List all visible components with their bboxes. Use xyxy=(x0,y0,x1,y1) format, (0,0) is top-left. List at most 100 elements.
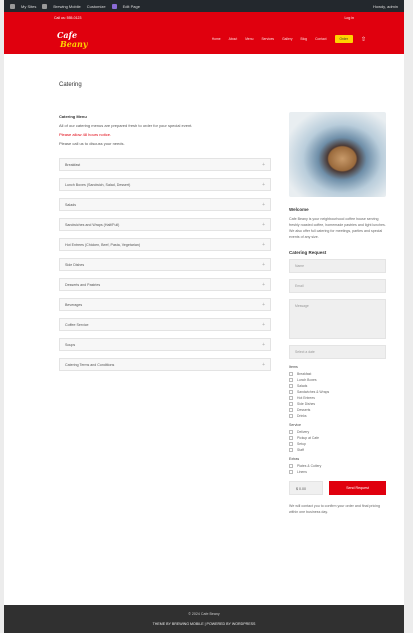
login-link[interactable]: Log in xyxy=(344,16,354,20)
submit-button[interactable]: Send Request xyxy=(329,481,386,495)
main-nav: Home About Menu Services Gallery Blog Co… xyxy=(84,35,366,43)
plus-icon[interactable]: + xyxy=(262,302,265,308)
accordion-item[interactable]: Lunch Boxes (Sandwich, Salad, Dessert) + xyxy=(59,178,271,191)
plus-icon[interactable]: + xyxy=(262,282,265,288)
price-total: $ 0.00 xyxy=(289,481,323,495)
accordion-title: Lunch Boxes (Sandwich, Salad, Dessert) xyxy=(65,182,131,187)
about-text: Cafe Beany is your neighbourhood coffee … xyxy=(289,217,386,239)
checkbox-label: Sandwiches & Wraps xyxy=(297,390,330,394)
checkbox[interactable] xyxy=(289,378,293,382)
nav-item[interactable]: Gallery xyxy=(282,37,292,41)
admin-bar: My Sites Brewing Mobile Customize Edit P… xyxy=(4,0,404,12)
footer-links[interactable]: THEME BY BREWING MOBILE | POWERED BY WOR… xyxy=(4,622,404,626)
checkbox-label: Desserts xyxy=(297,408,311,412)
logo-text-bottom: Beany xyxy=(60,39,88,49)
accordion-title: Soups xyxy=(65,342,76,347)
accordion-item[interactable]: Side Dishes + xyxy=(59,258,271,271)
plus-icon[interactable]: + xyxy=(262,362,265,368)
checkbox-group: Delivery Pickup at Cafe Setup Staff xyxy=(289,429,386,453)
checkbox-label: Drinks xyxy=(297,414,307,418)
accordion-item[interactable]: Soups + xyxy=(59,338,271,351)
checkbox-label: Hot Entrees xyxy=(297,396,315,400)
home-icon xyxy=(42,3,48,9)
name-field[interactable]: Name xyxy=(289,259,386,273)
accordion-item[interactable]: Salads + xyxy=(59,198,271,211)
checkbox-label: Breakfast xyxy=(297,372,312,376)
checkbox-label: Pickup at Cafe xyxy=(297,436,320,440)
nav-item[interactable]: Contact xyxy=(315,37,326,41)
checkbox[interactable] xyxy=(289,436,293,440)
checkbox[interactable] xyxy=(289,390,293,394)
intro-line: All of our catering menus are prepared f… xyxy=(59,123,193,128)
admin-item[interactable]: Brewing Mobile xyxy=(53,4,80,9)
checkbox-option[interactable]: Linens xyxy=(289,469,386,475)
date-select[interactable]: Select a date xyxy=(289,345,386,359)
nav-item[interactable]: Home xyxy=(212,37,221,41)
message-field[interactable]: Message xyxy=(289,299,386,339)
nav-item[interactable]: About xyxy=(229,37,238,41)
checkbox-group: Breakfast Lunch Boxes Salads Sandwiches & W… xyxy=(289,371,386,419)
checkbox[interactable] xyxy=(289,414,293,418)
checkbox-option[interactable]: Staff xyxy=(289,447,386,453)
checkbox[interactable] xyxy=(289,402,293,406)
about-heading: Welcome xyxy=(289,207,309,212)
form-actions: $ 0.00 Send Request xyxy=(289,481,386,495)
plus-icon[interactable]: + xyxy=(262,262,265,268)
checkbox-group: Plates & Cutlery Linens xyxy=(289,463,386,475)
admin-user[interactable]: Howdy, admin xyxy=(373,4,398,9)
checkbox-option[interactable]: Drinks xyxy=(289,413,386,419)
checkbox-label: Staff xyxy=(297,448,304,452)
checkbox[interactable] xyxy=(289,464,293,468)
accordion-item[interactable]: Coffee Service + xyxy=(59,318,271,331)
checkbox-label: Salads xyxy=(297,384,308,388)
checkbox[interactable] xyxy=(289,430,293,434)
admin-item[interactable]: Customize xyxy=(87,4,106,9)
admin-item[interactable]: Edit Page xyxy=(123,4,140,9)
order-button[interactable]: Order xyxy=(334,35,353,43)
checkbox-label: Setup xyxy=(297,442,306,446)
nav-item[interactable]: Menu xyxy=(245,37,253,41)
plus-icon[interactable]: + xyxy=(262,222,265,228)
accordion-item[interactable]: Hot Entrees (Chicken, Beef, Pasta, Veget… xyxy=(59,238,271,251)
coffee-image xyxy=(289,112,386,197)
top-strip: Call us: 555-0123 Log in xyxy=(4,12,404,24)
group-label: Service xyxy=(289,423,301,427)
accordion-item[interactable]: Breakfast + xyxy=(59,158,271,171)
checkbox-label: Linens xyxy=(297,470,307,474)
accordion-item[interactable]: Catering Terms and Conditions + xyxy=(59,358,271,371)
checkbox-label: Delivery xyxy=(297,430,310,434)
checkbox-label: Plates & Cutlery xyxy=(297,464,322,468)
wordpress-icon[interactable] xyxy=(10,3,15,9)
checkbox[interactable] xyxy=(289,448,293,452)
form-heading: Catering Request xyxy=(289,250,327,255)
admin-item[interactable]: My Sites xyxy=(21,4,36,9)
accordion-title: Catering Terms and Conditions xyxy=(65,362,115,367)
accordion-item[interactable]: Sandwiches and Wraps (Half/Full) + xyxy=(59,218,271,231)
email-field[interactable]: Email xyxy=(289,279,386,293)
accordion-title: Beverages xyxy=(65,302,83,307)
plus-icon[interactable]: + xyxy=(262,202,265,208)
checkbox[interactable] xyxy=(289,408,293,412)
nav-item[interactable]: Blog xyxy=(301,37,308,41)
accordion-item[interactable]: Beverages + xyxy=(59,298,271,311)
checkbox[interactable] xyxy=(289,372,293,376)
plus-icon[interactable]: + xyxy=(262,162,265,168)
main-content: Catering Menu All of our catering menus … xyxy=(59,112,271,378)
nav-item[interactable]: Services xyxy=(261,37,274,41)
intro: Catering Menu All of our catering menus … xyxy=(59,112,271,148)
cart-icon[interactable]: ⇧ xyxy=(361,36,366,43)
site-logo[interactable]: Cafe Beany xyxy=(54,28,88,50)
checkbox[interactable] xyxy=(289,470,293,474)
accordion-item[interactable]: Desserts and Pastries + xyxy=(59,278,271,291)
checkbox[interactable] xyxy=(289,442,293,446)
checkbox-label: Lunch Boxes xyxy=(297,378,317,382)
plus-icon[interactable]: + xyxy=(262,342,265,348)
sidebar: Welcome Cafe Beany is your neighbourhood… xyxy=(289,112,386,515)
intro-line: Please call us to discuss your needs. xyxy=(59,141,125,146)
checkbox[interactable] xyxy=(289,384,293,388)
checkbox[interactable] xyxy=(289,396,293,400)
plus-icon[interactable]: + xyxy=(262,322,265,328)
plus-icon[interactable]: + xyxy=(262,182,265,188)
site-footer: © 2024 Cafe Beany THEME BY BREWING MOBIL… xyxy=(4,605,404,633)
plus-icon[interactable]: + xyxy=(262,242,265,248)
